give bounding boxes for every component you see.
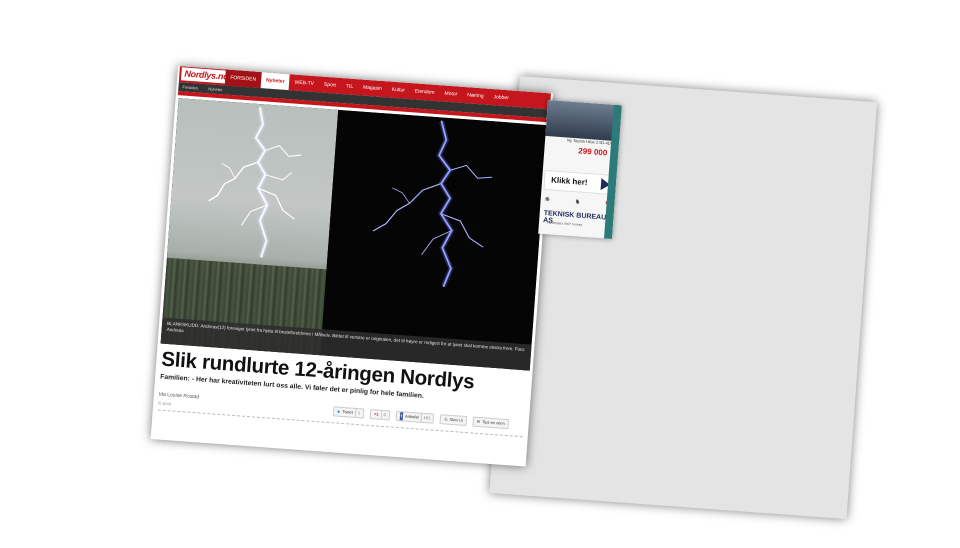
mercedes-logo-icon: ❋: [544, 197, 550, 204]
ad-click-here-button[interactable]: Klikk her!: [543, 169, 617, 196]
nav-item-motor[interactable]: Motor: [439, 85, 463, 103]
envelope-icon: ✉: [476, 418, 481, 425]
nav-item-jobber[interactable]: Jobber: [488, 89, 514, 107]
nav-item-kultur[interactable]: Kultur: [386, 81, 410, 99]
facebook-icon: f: [399, 412, 404, 421]
nav-item-til[interactable]: TIL: [340, 78, 358, 95]
nav-item-naering[interactable]: Næring: [462, 87, 490, 105]
tip-friend-button[interactable]: ✉ Tips en venn: [472, 416, 510, 430]
ad-car-photo: [545, 100, 622, 142]
google-plus-button[interactable]: +1 0: [369, 409, 391, 421]
nav-item-sport[interactable]: Sport: [318, 76, 341, 94]
news-article-page: Nordlys.no FORSIDEN Nyheter WEB-TV Sport…: [150, 66, 553, 467]
peugeot-logo-icon: ♞: [574, 199, 581, 206]
car-dealer-advert[interactable]: Ny Toyota Hilux 2.5D-4D 299 000 Klikk he…: [538, 100, 622, 240]
google-plus-label: +1: [373, 411, 379, 417]
lightning-bolt-white: [208, 107, 302, 258]
ad-brand-logos: ❋ ♞ ⬬: [544, 196, 610, 208]
tweet-count: 1: [354, 408, 361, 418]
printer-icon: ⎙: [444, 416, 448, 422]
print-button[interactable]: ⎙ Skriv ut: [439, 414, 468, 427]
tweet-button[interactable]: ◆ Tweet 1: [332, 406, 365, 419]
facebook-count: 161: [420, 413, 431, 423]
screenshot-stage: Nordlys.no FORSIDEN Nyheter WEB-TV Sport…: [0, 0, 960, 548]
facebook-recommend-button[interactable]: f Anbefal 161: [395, 410, 435, 424]
ad-price: 299 000: [578, 146, 608, 158]
original-lightning-photo: [160, 98, 339, 356]
article-byline[interactable]: Ida Louise Rostad: [159, 391, 200, 400]
google-plus-count: 0: [380, 410, 387, 420]
byline-email-link[interactable]: E-post: [158, 400, 171, 406]
twitter-bird-icon: ◆: [336, 408, 341, 414]
